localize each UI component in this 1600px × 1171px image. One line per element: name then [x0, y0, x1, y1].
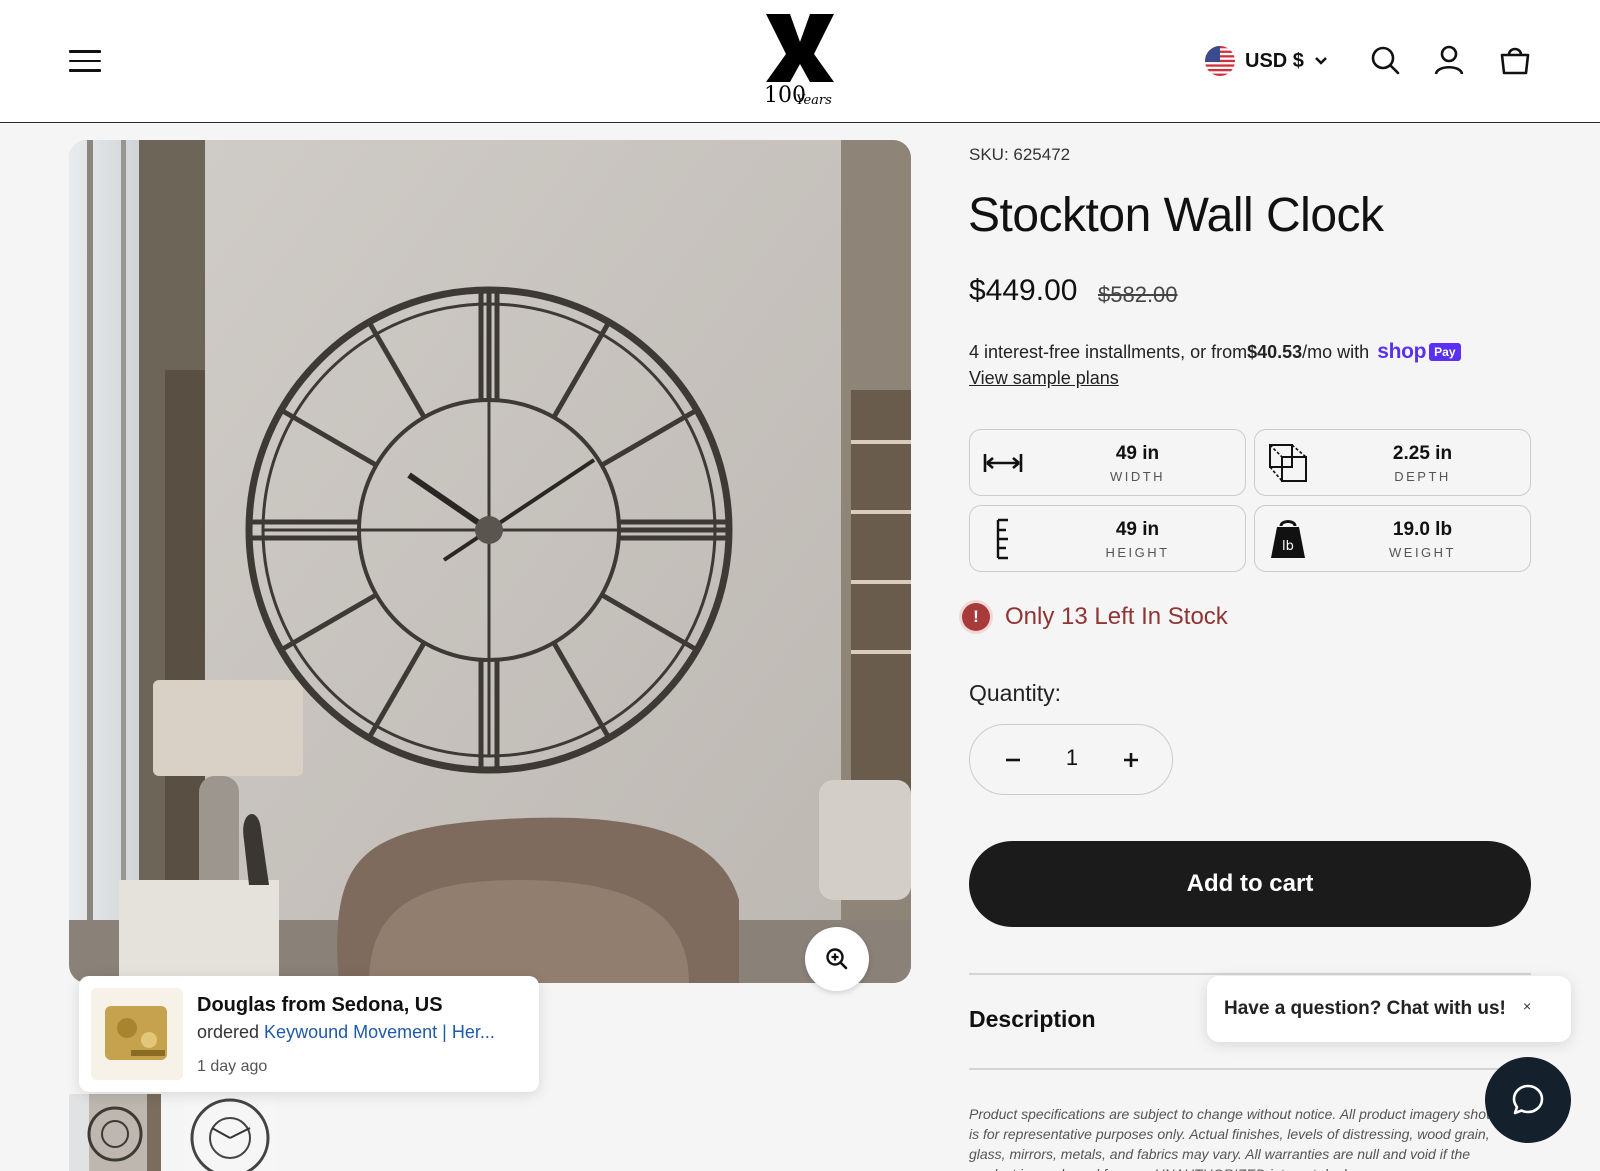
spec-depth-label: DEPTH	[1394, 469, 1451, 484]
chat-prompt-text: Have a question? Chat with us!	[1224, 998, 1506, 1019]
account-icon[interactable]	[1433, 44, 1465, 76]
installments-info: 4 interest-free installments, or from $4…	[969, 340, 1461, 364]
thumbnail-1[interactable]	[69, 1094, 161, 1171]
chat-icon	[1512, 1084, 1544, 1115]
zoom-in-icon	[826, 948, 848, 970]
increase-quantity-button[interactable]	[1114, 743, 1148, 777]
alert-icon: !	[959, 600, 993, 634]
quantity-label: Quantity:	[969, 680, 1062, 706]
popup-product-image	[91, 988, 183, 1080]
divider	[969, 1068, 1531, 1070]
spec-weight-value: 19.0 lb	[1392, 519, 1453, 540]
stock-text: Only 13 Left In Stock	[1005, 603, 1228, 630]
shop-pay-badge: Pay	[1429, 343, 1461, 361]
spec-depth-value: 2.25 in	[1392, 443, 1453, 464]
site-header: 100 Years USD $	[0, 0, 1600, 123]
spec-width: 49 in WIDTH	[969, 429, 1246, 496]
popup-ordered-text: ordered	[197, 1022, 265, 1042]
shop-pay-logo: shop	[1377, 340, 1427, 363]
compare-price: $582.00	[1098, 282, 1178, 307]
depth-cube-icon	[1269, 444, 1307, 482]
spec-height-value: 49 in	[1115, 519, 1160, 540]
description-accordion[interactable]: Description	[969, 1006, 1096, 1033]
thumbnail-image	[184, 1094, 276, 1171]
popup-order-line: ordered Keywound Movement | Her...	[197, 1022, 495, 1043]
plus-icon	[1124, 753, 1138, 767]
divider	[969, 973, 1531, 975]
spec-width-value: 49 in	[1115, 443, 1160, 464]
height-ruler-icon	[996, 518, 1008, 560]
width-arrows-icon	[983, 454, 1023, 472]
thumbnail-2[interactable]	[184, 1094, 276, 1171]
product-disclaimer: Product specifications are subject to ch…	[969, 1106, 1504, 1171]
currency-selector[interactable]: USD $	[1205, 45, 1328, 77]
brand-logo[interactable]: 100 Years	[762, 12, 838, 108]
stock-warning: ! Only 13 Left In Stock	[959, 600, 1228, 634]
currency-label: USD $	[1245, 49, 1304, 72]
add-to-cart-button[interactable]: Add to cart	[969, 841, 1531, 927]
menu-icon[interactable]	[69, 50, 101, 72]
popup-product-link[interactable]: Keywound Movement | Her...	[264, 1022, 495, 1042]
spec-width-label: WIDTH	[1109, 469, 1166, 484]
svg-text:lb: lb	[1282, 539, 1294, 554]
view-sample-plans-link[interactable]: View sample plans	[969, 368, 1119, 389]
thumbnail-image	[69, 1094, 161, 1171]
installments-suffix: /mo with	[1302, 341, 1370, 362]
quantity-input[interactable]	[1046, 745, 1098, 771]
decrease-quantity-button[interactable]	[996, 743, 1030, 777]
product-title: Stockton Wall Clock	[968, 189, 1384, 242]
chat-close-icon[interactable]: ×	[1523, 998, 1531, 1014]
search-icon[interactable]	[1369, 44, 1401, 76]
weight-icon: lb	[1271, 520, 1305, 558]
product-main-image[interactable]	[69, 140, 911, 983]
spec-depth: 2.25 in DEPTH	[1254, 429, 1531, 496]
popup-time: 1 day ago	[197, 1058, 268, 1075]
popup-customer-name: Douglas from Sedona, US	[197, 994, 443, 1016]
recent-order-popup[interactable]: Douglas from Sedona, US ordered Keywound…	[79, 976, 539, 1092]
product-sku: SKU: 625472	[969, 145, 1071, 164]
spec-height-label: HEIGHT	[1105, 545, 1170, 560]
minus-icon	[1006, 758, 1020, 762]
zoom-button[interactable]	[805, 927, 869, 991]
sale-price: $449.00	[969, 274, 1078, 307]
svg-text:Years: Years	[796, 93, 832, 108]
spec-weight: lb 19.0 lb WEIGHT	[1254, 505, 1531, 572]
cart-icon[interactable]	[1499, 44, 1531, 76]
spec-weight-label: WEIGHT	[1389, 545, 1456, 560]
spec-height: 49 in HEIGHT	[969, 505, 1246, 572]
installments-prefix: 4 interest-free installments, or from	[969, 341, 1248, 362]
installments-amount: $40.53	[1247, 341, 1303, 362]
chat-launcher-button[interactable]	[1485, 1057, 1571, 1143]
us-flag-icon	[1205, 46, 1235, 76]
quantity-stepper	[969, 724, 1173, 795]
wall-clock-photo	[69, 140, 911, 983]
chevron-down-icon	[1315, 57, 1327, 65]
chat-prompt-bubble[interactable]: Have a question? Chat with us! ×	[1207, 976, 1571, 1042]
